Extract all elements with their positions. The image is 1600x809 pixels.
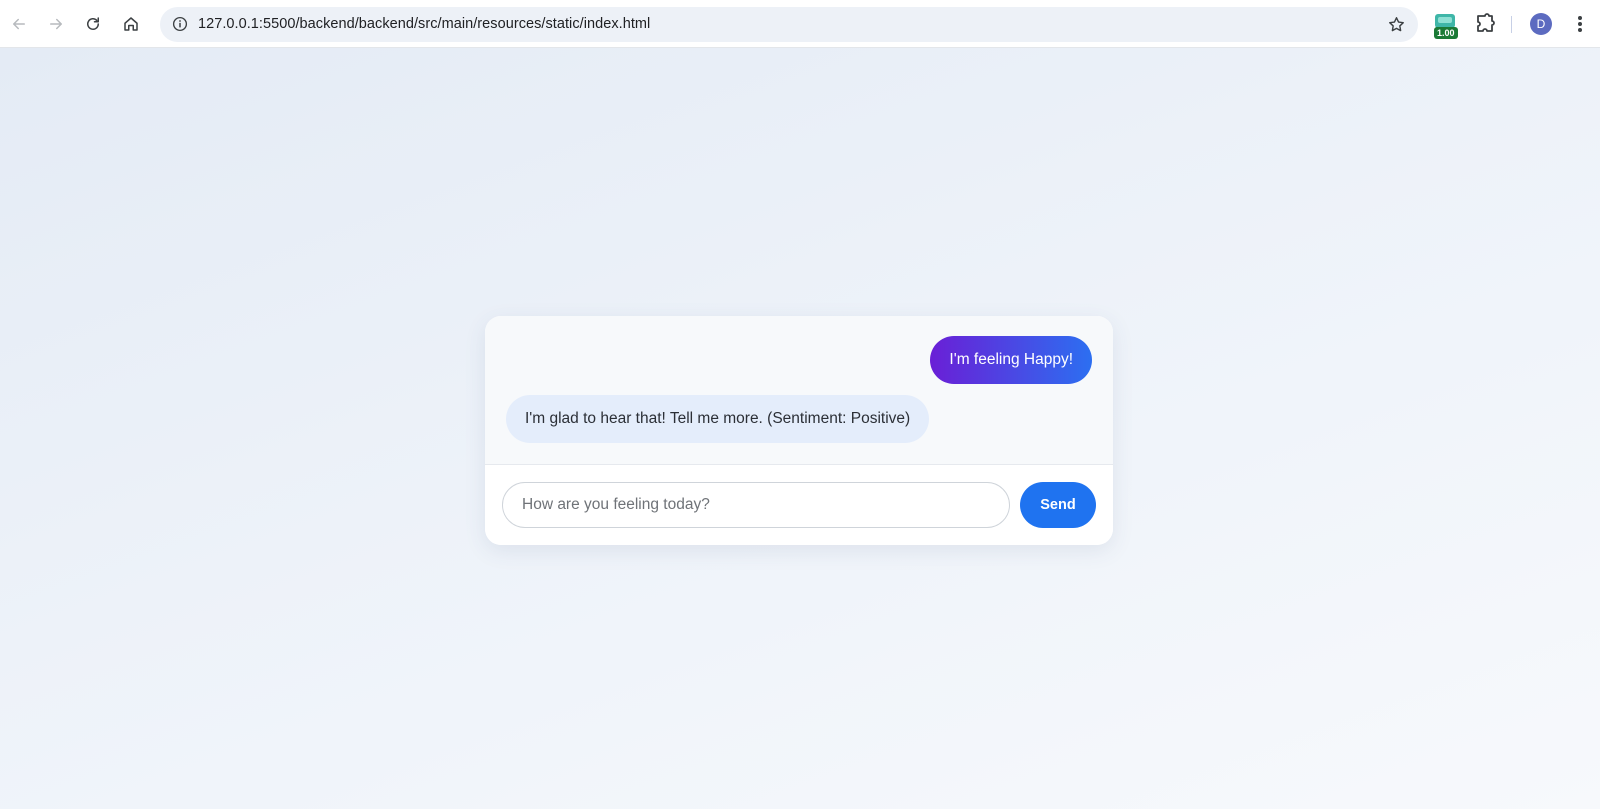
home-icon[interactable] — [115, 8, 147, 40]
page-viewport: I'm feeling Happy! I'm glad to hear that… — [0, 48, 1600, 809]
address-bar[interactable]: 127.0.0.1:5500/backend/backend/src/main/… — [160, 7, 1418, 42]
browser-toolbar: 127.0.0.1:5500/backend/backend/src/main/… — [0, 0, 1600, 48]
puzzle-icon[interactable] — [1473, 12, 1497, 36]
star-icon[interactable] — [1386, 14, 1406, 34]
reload-icon[interactable] — [77, 8, 109, 40]
message-input[interactable] — [502, 482, 1010, 528]
extension-badge: 1.00 — [1434, 27, 1458, 39]
bot-message: I'm glad to hear that! Tell me more. (Se… — [506, 395, 930, 443]
chat-input-row: Send — [485, 465, 1113, 545]
arrow-left-icon[interactable] — [3, 8, 35, 40]
user-message: I'm feeling Happy! — [930, 336, 1092, 384]
kebab-menu-icon[interactable] — [1570, 12, 1590, 36]
url-text[interactable]: 127.0.0.1:5500/backend/backend/src/main/… — [198, 16, 650, 32]
chat-messages: I'm feeling Happy! I'm glad to hear that… — [485, 316, 1113, 465]
info-icon[interactable] — [166, 10, 194, 38]
avatar[interactable]: D — [1530, 13, 1552, 35]
arrow-right-icon[interactable] — [40, 8, 72, 40]
send-button[interactable]: Send — [1020, 482, 1096, 528]
chat-container: I'm feeling Happy! I'm glad to hear that… — [485, 316, 1113, 545]
toolbar-divider — [1511, 16, 1512, 33]
